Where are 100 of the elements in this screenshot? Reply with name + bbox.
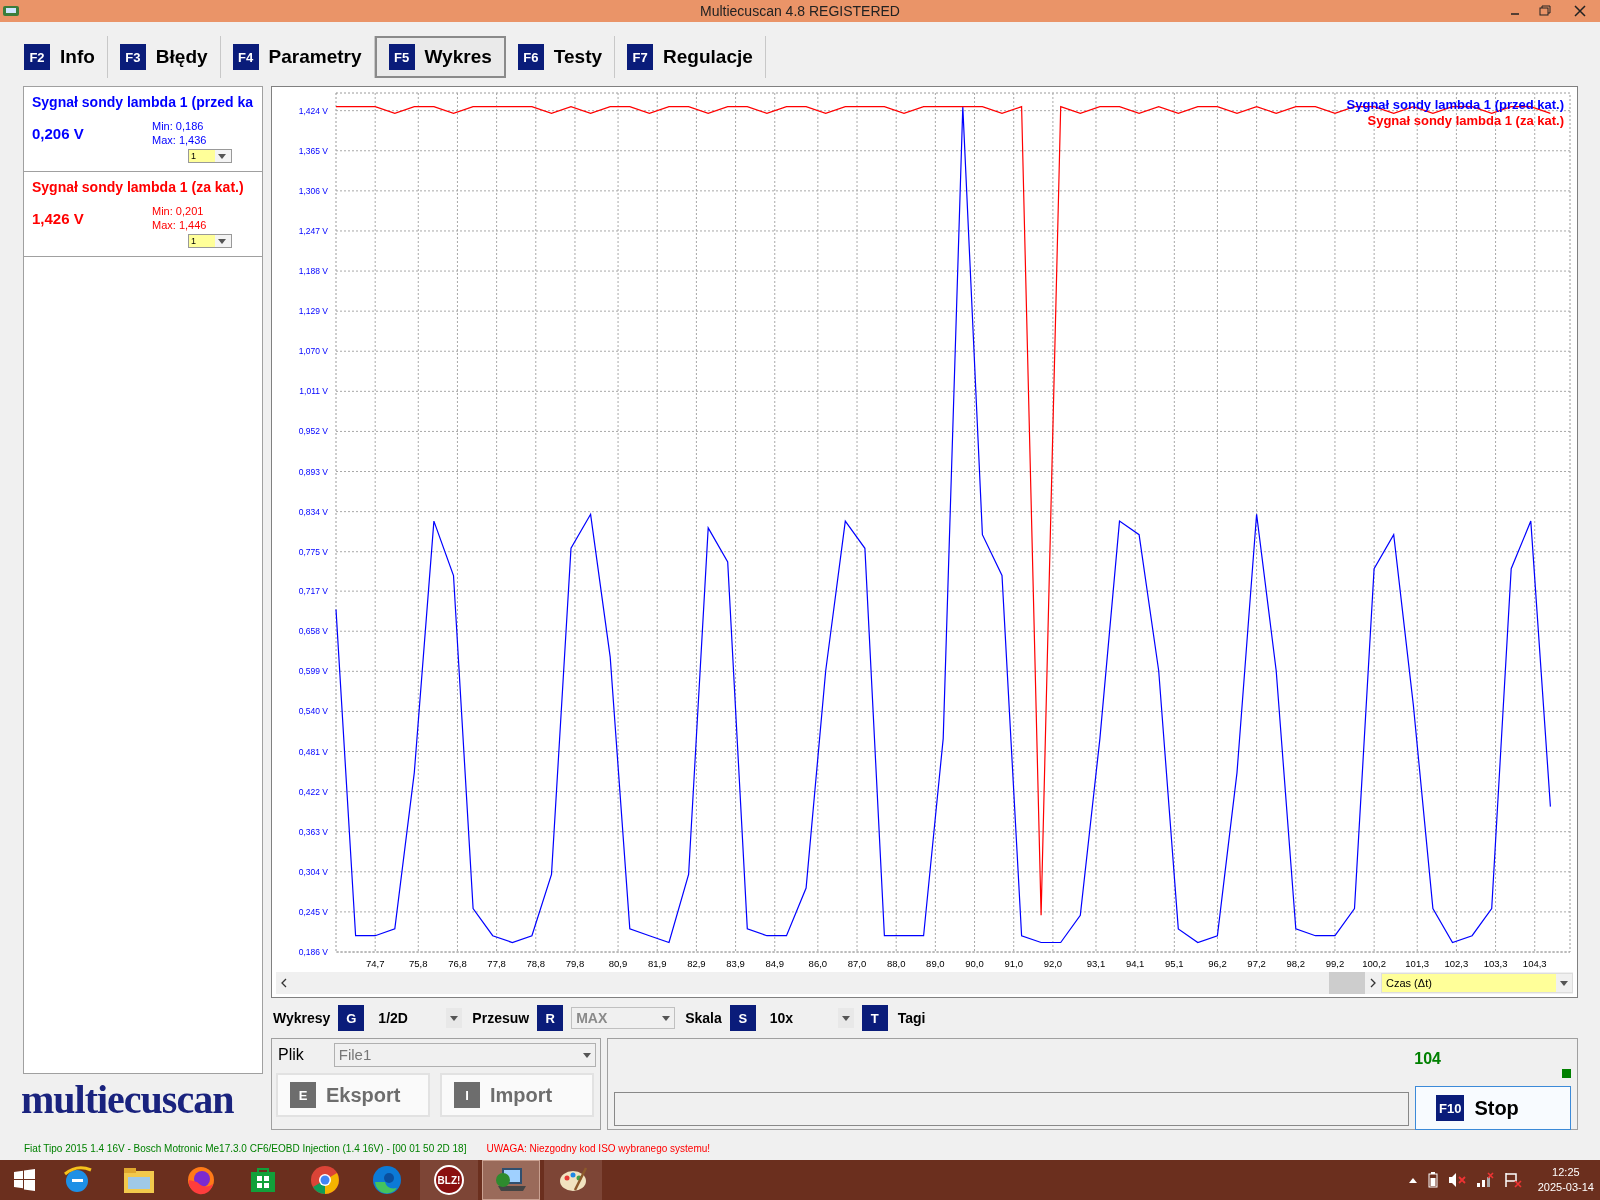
scale-select[interactable]: 1: [188, 149, 232, 163]
tab[interactable]: F6 Testy: [505, 36, 616, 78]
x-tick-label: 82,9: [687, 958, 706, 969]
y-tick-label: 0,952 V: [298, 426, 328, 437]
muted-speaker-icon[interactable]: [1447, 1172, 1466, 1188]
y-tick-label: 0,599 V: [298, 666, 328, 677]
status-text: UWAGA: Niezgodny kod ISO wybranego systemu!: [486, 1141, 711, 1156]
key-badge: F5: [388, 44, 415, 70]
stop-button[interactable]: F10 Stop: [1415, 1086, 1571, 1130]
x-tick-label: 75,8: [409, 958, 428, 969]
y-tick-label: 1,188 V: [298, 266, 328, 277]
signal-min: Min: 0,201: [152, 204, 205, 218]
x-tick-label: 104,3: [1522, 958, 1547, 969]
x-tick-label: 89,0: [926, 958, 945, 969]
y-tick-label: 0,540 V: [298, 706, 328, 717]
signal-max: Max: 1,446: [152, 218, 207, 232]
scale-select[interactable]: 1: [188, 234, 232, 248]
y-tick-label: 0,834 V: [298, 506, 328, 517]
taskbar-app[interactable]: [544, 1160, 602, 1200]
y-tick-label: 0,775 V: [298, 546, 328, 557]
key-badge: F10: [1436, 1095, 1465, 1121]
legend-label: Sygnał sondy lambda 1 (za kat.): [1367, 113, 1564, 128]
tab[interactable]: F2 Info: [12, 36, 108, 78]
caret-icon: [218, 153, 226, 159]
key-badge: F4: [232, 44, 259, 70]
tab[interactable]: F4 Parametry: [220, 36, 375, 78]
x-tick-label: 92,0: [1043, 958, 1063, 969]
sample-counter: 104: [1414, 1049, 1441, 1069]
tab[interactable]: F7 Regulacje: [615, 36, 766, 78]
y-tick-label: 1,070 V: [298, 346, 328, 357]
caret-icon: [218, 238, 226, 244]
y-tick-label: 1,129 V: [298, 306, 328, 317]
y-tick-label: 0,422 V: [298, 786, 328, 797]
app-icon: [2, 4, 20, 18]
x-tick-label: 78,8: [526, 958, 546, 969]
x-tick-label: 84,9: [765, 958, 784, 969]
battery-icon[interactable]: [1427, 1172, 1438, 1188]
x-tick-label: 83,9: [726, 958, 745, 969]
x-tick-label: 96,2: [1208, 958, 1227, 969]
file-label: Plik: [278, 1045, 304, 1065]
key-badge: F6: [517, 44, 544, 70]
tab[interactable]: F5 Wykres: [374, 36, 506, 78]
y-tick-label: 0,186 V: [298, 947, 328, 957]
browser-icon: [371, 1164, 403, 1196]
key-badge: F3: [119, 44, 146, 70]
dropdown[interactable]: 10x: [763, 1007, 854, 1029]
caret-icon: [583, 1052, 591, 1058]
key-badge: I: [454, 1082, 480, 1108]
window-title: Multiecuscan 4.8 REGISTERED: [700, 1, 900, 21]
browser-icon: [309, 1164, 341, 1196]
x-tick-label: 95,1: [1165, 958, 1184, 969]
control-label: Skala: [685, 1008, 722, 1028]
time-axis-select[interactable]: Czas (Δt): [1381, 973, 1573, 993]
x-tick-label: 90,0: [965, 958, 984, 969]
browser-icon: [185, 1164, 217, 1196]
caret-icon: [662, 1015, 671, 1021]
app-badge-icon: BLZ!: [434, 1165, 464, 1195]
x-tick-label: 102,3: [1444, 958, 1469, 969]
x-tick-label: 97,2: [1247, 958, 1266, 969]
x-tick-label: 77,8: [487, 958, 506, 969]
folder-icon: [122, 1165, 156, 1195]
y-tick-label: 0,893 V: [298, 466, 328, 477]
y-tick-label: 0,717 V: [298, 586, 328, 597]
status-text: Fiat Tipo 2015 1.4 16V - Bosch Motronic Me17.3.0 CF6/EOBD Injection (1.4 16V) - [00 01 50 2D 18]: [24, 1141, 467, 1156]
taskbar-app[interactable]: BLZ!: [420, 1160, 478, 1200]
y-tick-label: 1,365 V: [298, 145, 328, 156]
key-badge: R: [537, 1005, 564, 1031]
x-tick-label: 91,0: [1004, 958, 1023, 969]
signal-name: Sygnał sondy lambda 1 (przed ka: [32, 93, 254, 112]
x-tick-label: 74,7: [365, 958, 385, 969]
caret-icon: [1560, 980, 1568, 986]
y-tick-label: 1,306 V: [298, 185, 328, 196]
flag-icon[interactable]: [1503, 1172, 1522, 1188]
x-tick-label: 98,2: [1286, 958, 1306, 969]
dropdown[interactable]: 1/2D: [372, 1007, 463, 1029]
y-tick-label: 0,658 V: [298, 626, 328, 637]
chevron-up-icon[interactable]: [1407, 1176, 1418, 1184]
logo: multiecuscan: [21, 1078, 235, 1122]
y-tick-label: 0,481 V: [298, 746, 328, 757]
tab[interactable]: F3 Błędy: [107, 36, 221, 78]
signal-max: Max: 1,436: [152, 133, 207, 147]
scrollbar-thumb[interactable]: [1329, 972, 1365, 994]
signal-value: 0,206 V: [32, 124, 85, 144]
y-tick-label: 0,304 V: [298, 866, 328, 877]
taskbar-app[interactable]: [482, 1160, 540, 1200]
status-indicator-icon: [1562, 1069, 1571, 1078]
signal-min: Min: 0,186: [152, 119, 205, 133]
store-icon: [248, 1165, 278, 1195]
control-label: Przesuw: [472, 1008, 530, 1028]
clock[interactable]: 12:25 2025-03-14: [1537, 1165, 1594, 1195]
caret-icon: [450, 1015, 459, 1021]
control-label: Tagi: [897, 1008, 926, 1028]
x-tick-label: 80,9: [608, 958, 628, 969]
signal-name: Sygnał sondy lambda 1 (za kat.): [32, 178, 245, 197]
caret-icon: [841, 1015, 850, 1021]
x-tick-label: 87,0: [847, 958, 867, 969]
key-badge: F2: [24, 44, 50, 70]
key-badge: S: [729, 1005, 756, 1031]
network-icon[interactable]: [1475, 1172, 1494, 1188]
x-tick-label: 93,1: [1086, 958, 1106, 969]
